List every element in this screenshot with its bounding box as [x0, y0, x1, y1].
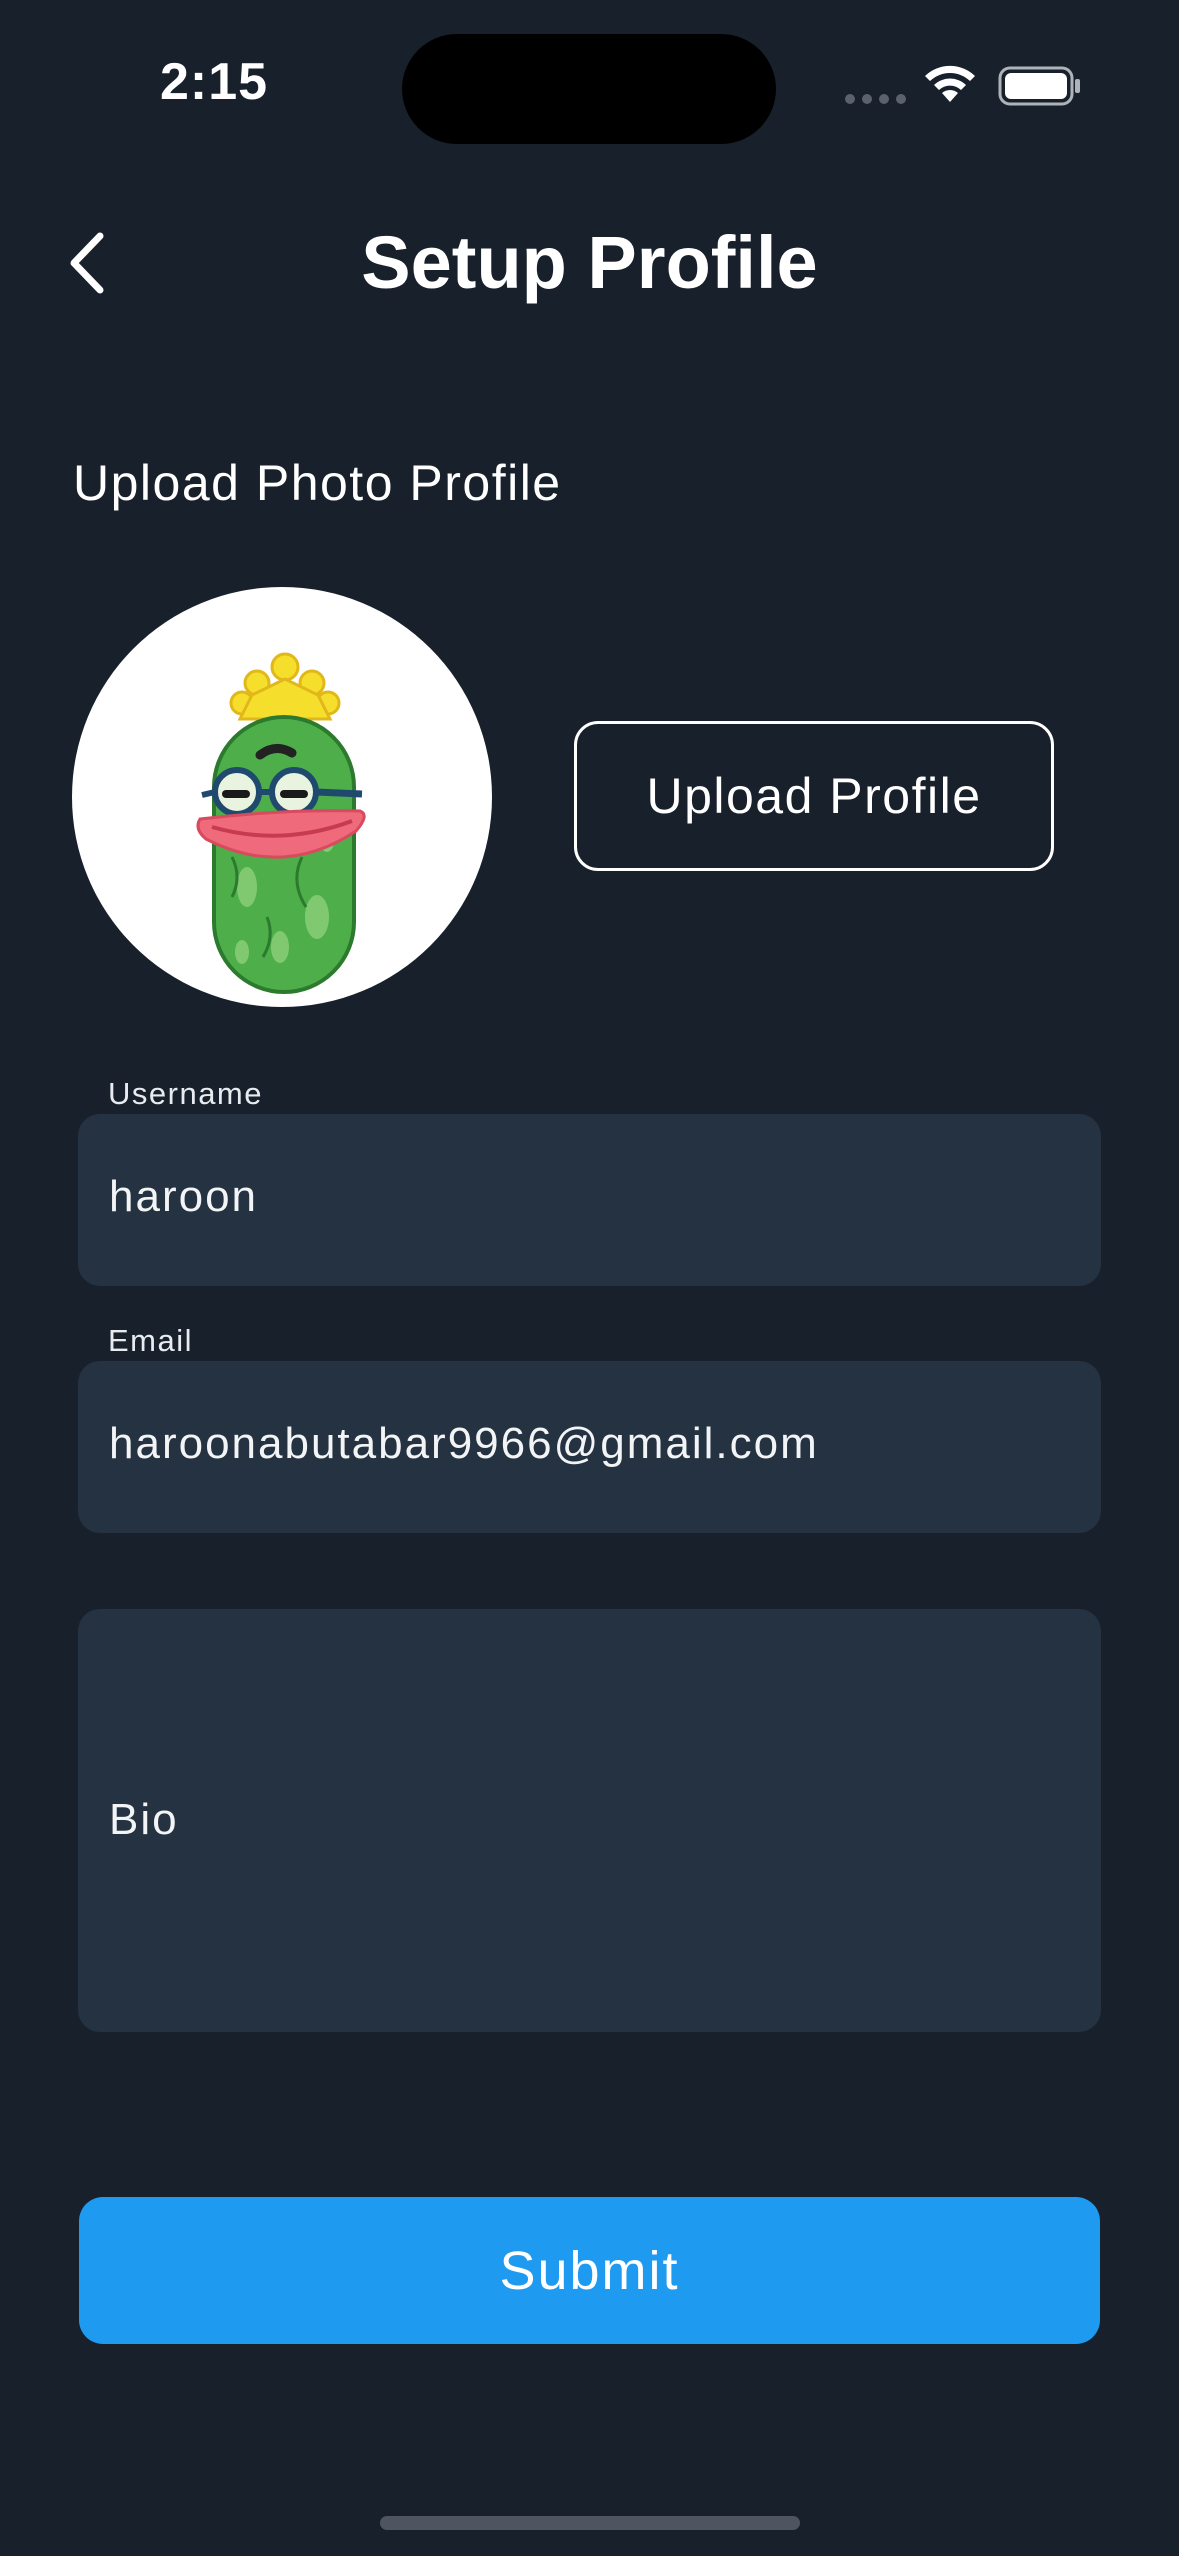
- bio-placeholder: Bio: [109, 1795, 179, 1844]
- page-title: Setup Profile: [361, 221, 818, 304]
- status-time: 2:15: [160, 53, 269, 111]
- email-value: haroonabutabar9966@gmail.com: [109, 1419, 819, 1468]
- battery-icon: [998, 66, 1080, 106]
- home-indicator: [380, 2516, 800, 2530]
- avatar[interactable]: [72, 587, 492, 1007]
- email-field[interactable]: Email haroonabutabar9966@gmail.com: [78, 1323, 1101, 1533]
- cucumber-avatar-image: [196, 652, 366, 994]
- upload-photo-label: Upload Photo Profile: [73, 455, 562, 511]
- bio-field[interactable]: Bio: [78, 1609, 1101, 2032]
- header: Setup Profile: [0, 200, 1179, 330]
- cellular-signal-icon: [845, 94, 906, 104]
- username-value: haroon: [109, 1172, 259, 1221]
- upload-profile-button[interactable]: Upload Profile: [574, 721, 1054, 871]
- username-field[interactable]: Username haroon: [78, 1076, 1101, 1286]
- status-bar: 2:15: [0, 0, 1179, 160]
- dynamic-island: [402, 34, 776, 144]
- submit-button[interactable]: Submit: [79, 2197, 1100, 2344]
- wifi-icon: [925, 65, 975, 102]
